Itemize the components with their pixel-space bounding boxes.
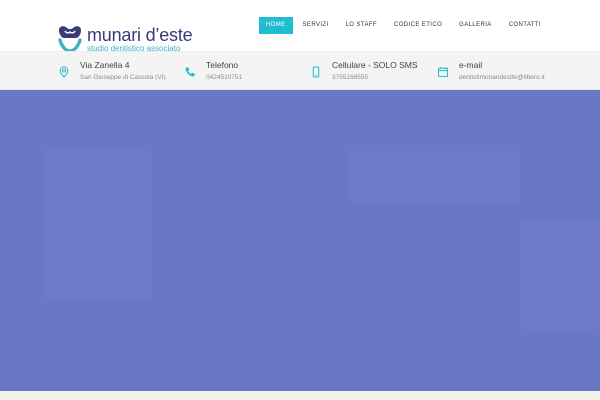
nav-servizi[interactable]: SERVIZI [296,17,336,34]
site-header: munari d’este studio dentistico associat… [0,0,600,54]
footer-strip [0,391,600,400]
contact-email: e-mail dentistimunaridestte@libero.it [433,52,545,91]
hero-ghost-panel [520,220,600,330]
nav-codice-etico[interactable]: CODICE ETICO [387,17,449,34]
nav-home[interactable]: HOME [258,17,293,34]
hero-ghost-panel [350,145,520,205]
hero-slider[interactable] [0,90,600,391]
location-pin-icon [54,61,74,82]
contact-address: Via Zanella 4 San Giuseppe di Cassola (V… [54,52,166,91]
nav-lo-staff[interactable]: LO STAFF [339,17,384,34]
contact-mobile-value[interactable]: 3755166555 [332,73,418,83]
mobile-phone-icon [306,61,326,82]
contact-email-value[interactable]: dentistimunaridestte@libero.it [459,73,545,83]
contact-address-value: San Giuseppe di Cassola (VI) [80,74,166,81]
contact-address-title: Via Zanella 4 [80,60,130,70]
contact-phone-title: Telefono [206,60,239,70]
hero-ghost-panel [42,150,152,300]
contact-email-title: e-mail [459,60,483,70]
nav-contatti[interactable]: CONTATTI [502,17,548,34]
main-nav: HOME SERVIZI LO STAFF CODICE ETICO GALLE… [258,17,548,34]
contact-mobile-title: Cellulare - SOLO SMS [332,60,418,70]
site-logo[interactable]: munari d’este studio dentistico associat… [56,24,193,54]
logo-name: munari d’este [87,24,193,45]
nav-galleria[interactable]: GALLERIA [452,17,499,34]
contact-phone: Telefono 0424510751 [180,52,242,91]
tooth-logo-icon [58,26,82,53]
contact-bar: Via Zanella 4 San Giuseppe di Cassola (V… [0,51,600,90]
contact-phone-value[interactable]: 0424510751 [206,73,242,83]
page: munari d’este studio dentistico associat… [0,0,600,400]
contact-mobile: Cellulare - SOLO SMS 3755166555 [306,52,418,91]
phone-icon [180,61,200,82]
calendar-icon [433,61,453,82]
